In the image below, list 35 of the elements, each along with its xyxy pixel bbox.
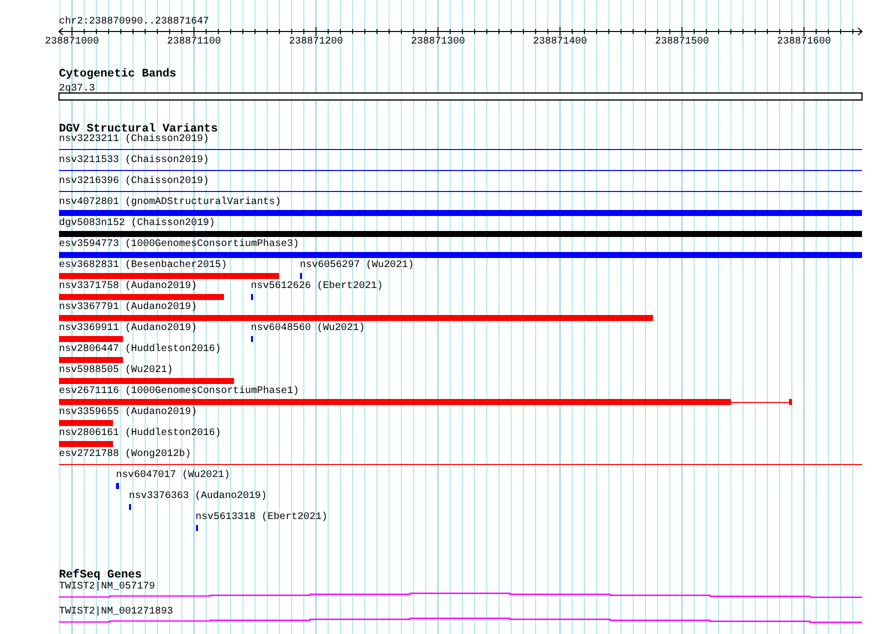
- variant-label: nsv3223211 (Chaisson2019): [59, 135, 210, 145]
- variant-label: esv2671116 (1000GenomesConsortiumPhase1): [59, 387, 300, 397]
- variant-label: nsv3211533 (Chaisson2019): [59, 156, 210, 166]
- gene-label: TWIST2|NM_001271893: [59, 606, 174, 618]
- location-label: chr2:238870990..238871647: [59, 16, 210, 28]
- axis-label: 238871400: [533, 36, 587, 48]
- variant-label: nsv3216396 (Chaisson2019): [59, 177, 210, 187]
- gene-label: TWIST2|NM_057179: [59, 582, 156, 592]
- variant-label: nsv3371758 (Audano2019): [59, 282, 198, 292]
- axis-label: 238871100: [167, 36, 221, 48]
- variant-label: nsv2806161 (Huddleston2016): [59, 429, 222, 439]
- variant-label: nsv6048560 (Wu2021): [250, 324, 365, 334]
- variant-label: nsv4072801 (gnomADStructuralVariants): [59, 198, 282, 208]
- variant-label: nsv5612626 (Ebert2021): [250, 282, 383, 292]
- axis-label: 238871000: [45, 36, 99, 48]
- variant-label: nsv3359655 (Audano2019): [59, 408, 198, 418]
- variant-label: nsv3376363 (Audano2019): [128, 492, 267, 502]
- variant-label: nsv3369911 (Audano2019): [59, 324, 198, 334]
- track-title: RefSeq Genes: [59, 568, 142, 582]
- variant-label: esv2721788 (Wong2012b): [59, 450, 192, 460]
- axis-label: 238871300: [411, 36, 465, 48]
- variant-label: nsv3367791 (Audano2019): [59, 303, 198, 313]
- variant-label: esv3594773 (1000GenomesConsortiumPhase3): [59, 240, 300, 250]
- variant-label: nsv6056297 (Wu2021): [300, 261, 414, 271]
- variant-label: esv3682831 (Besenbacher2015): [59, 261, 228, 271]
- axis-label: 238871600: [777, 36, 831, 48]
- variant-label: dgv5083n152 (Chaisson2019): [59, 219, 216, 229]
- track-title: Cytogenetic Bands: [59, 68, 176, 80]
- variant-label: nsv5988505 (Wu2021): [59, 366, 174, 376]
- variant-label: nsv5613318 (Ebert2021): [196, 513, 328, 523]
- variant-label: nsv6047017 (Wu2021): [116, 471, 230, 481]
- axis-label: 238871200: [289, 36, 343, 48]
- band-label: 2q37.3: [59, 84, 96, 94]
- axis-label: 238871500: [655, 36, 709, 48]
- variant-label: nsv2806447 (Huddleston2016): [59, 345, 222, 355]
